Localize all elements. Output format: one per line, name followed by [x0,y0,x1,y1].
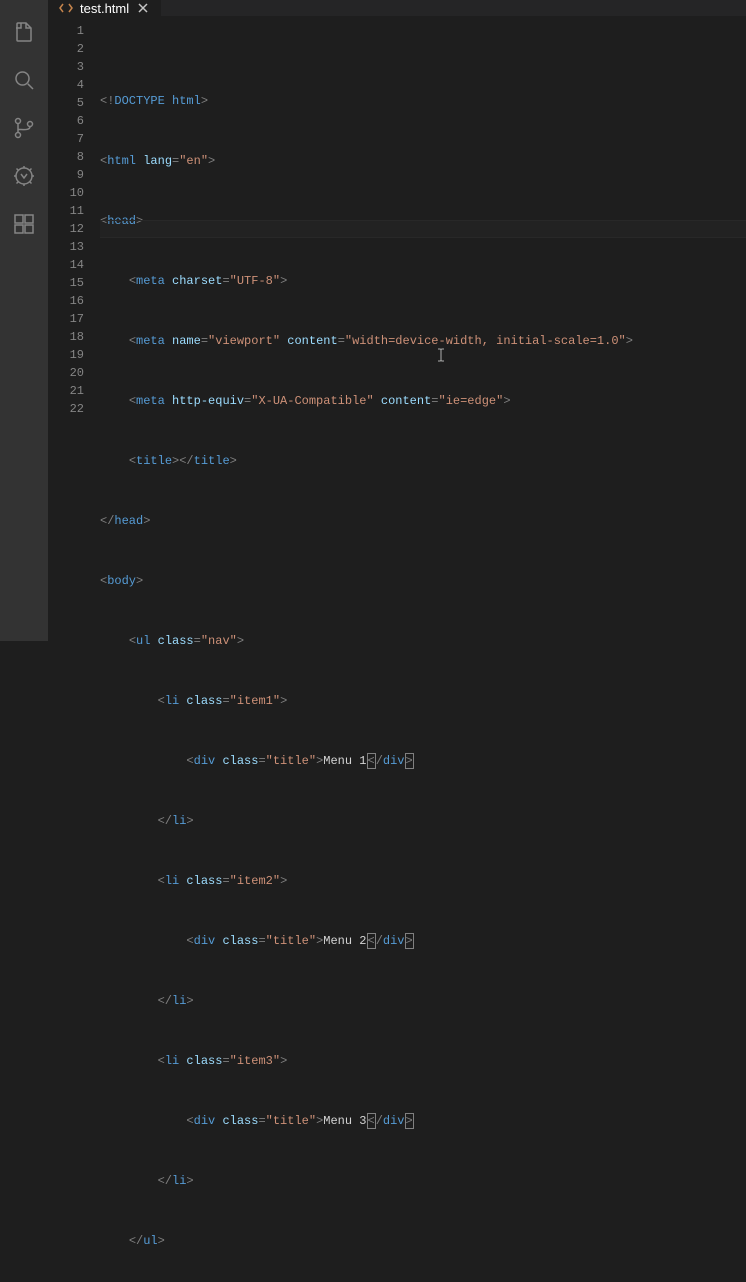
line-number: 17 [48,310,84,328]
line-number: 5 [48,94,84,112]
line-number: 7 [48,130,84,148]
line-number: 18 [48,328,84,346]
line-number: 2 [48,40,84,58]
tab-test-html[interactable]: test.html [48,0,161,16]
editor-group: test.html 123456789101112131415161718192… [48,0,746,641]
match-highlight: > [405,1113,414,1129]
match-highlight: < [367,933,376,949]
line-number: 15 [48,274,84,292]
explorer-icon[interactable] [0,8,48,56]
line-number: 16 [48,292,84,310]
line-number: 14 [48,256,84,274]
editor[interactable]: 12345678910111213141516171819202122 <!DO… [48,16,746,1282]
line-number: 20 [48,364,84,382]
line-number: 21 [48,382,84,400]
line-number: 9 [48,166,84,184]
line-number: 12 [48,220,84,238]
match-highlight: > [405,753,414,769]
line-number: 11 [48,202,84,220]
tab-label: test.html [80,1,129,16]
line-number: 6 [48,112,84,130]
activity-bar [0,0,48,641]
line-number: 13 [48,238,84,256]
debug-icon[interactable] [0,152,48,200]
line-number: 22 [48,400,84,418]
line-number-gutter: 12345678910111213141516171819202122 [48,16,100,1282]
line-number: 3 [48,58,84,76]
line-number: 8 [48,148,84,166]
search-icon[interactable] [0,56,48,104]
match-highlight: > [405,933,414,949]
tab-bar: test.html [48,0,746,16]
match-highlight: < [367,1113,376,1129]
match-highlight: < [367,753,376,769]
code-area[interactable]: <!DOCTYPE html> <html lang="en"> <head> … [100,16,746,1282]
line-number: 4 [48,76,84,94]
close-icon[interactable] [135,0,151,16]
line-number: 19 [48,346,84,364]
line-number: 1 [48,22,84,40]
code-icon [58,0,74,16]
line-number: 10 [48,184,84,202]
extensions-icon[interactable] [0,200,48,248]
source-control-icon[interactable] [0,104,48,152]
